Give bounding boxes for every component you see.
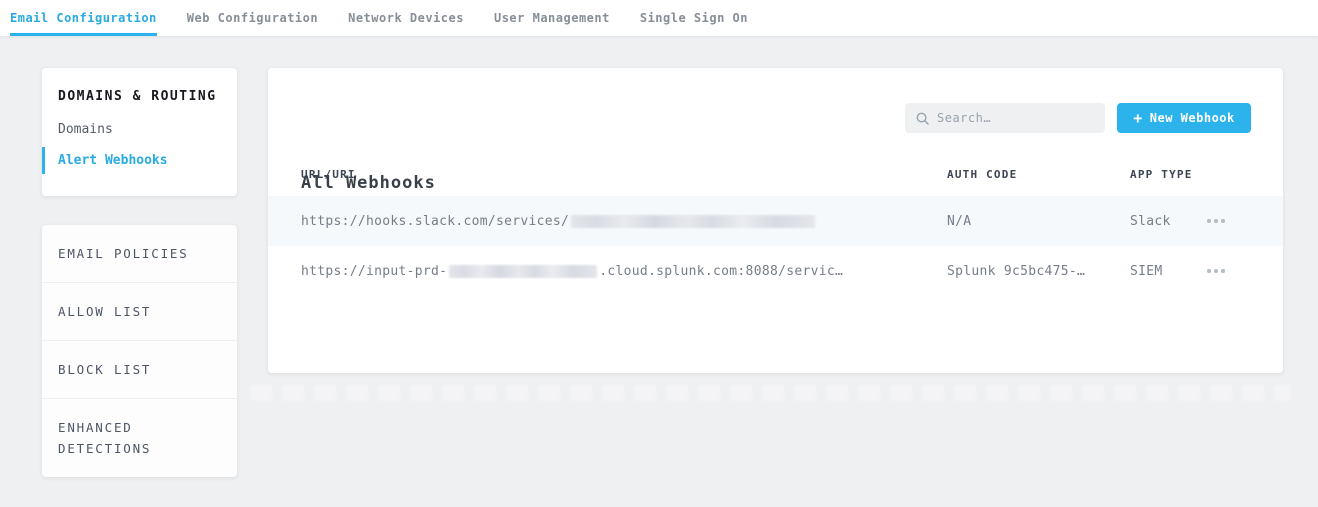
sidebar-item-alert-webhooks[interactable]: Alert Webhooks bbox=[42, 149, 237, 172]
redacted-url-segment bbox=[449, 265, 597, 278]
new-webhook-button[interactable]: + New Webhook bbox=[1117, 103, 1251, 133]
sidebar-heading: DOMAINS & ROUTING bbox=[42, 89, 237, 104]
url-text-suffix: .cloud.splunk.com:8088/servic… bbox=[599, 264, 843, 279]
sidebar-sections: EMAIL POLICIES ALLOW LIST BLOCK LIST ENH… bbox=[42, 225, 237, 477]
app-type-cell: SIEM bbox=[1130, 264, 1207, 279]
search-box bbox=[905, 103, 1105, 133]
auth-code-cell: N/A bbox=[947, 214, 1130, 229]
webhooks-panel: All Webhooks + New Webhook URL/URI AUTH … bbox=[268, 68, 1283, 373]
row-menu-button[interactable] bbox=[1207, 211, 1235, 231]
background-ghost-texture bbox=[250, 385, 1290, 401]
tab-single-sign-on[interactable]: Single Sign On bbox=[640, 0, 748, 36]
top-tab-bar: Email Configuration Web Configuration Ne… bbox=[0, 0, 1318, 36]
url-text: https://input-prd- bbox=[301, 264, 447, 279]
tab-email-configuration[interactable]: Email Configuration bbox=[10, 0, 157, 36]
app-type-cell: Slack bbox=[1130, 214, 1207, 229]
table-row: https://input-prd- .cloud.splunk.com:8088… bbox=[268, 246, 1283, 296]
webhook-url-cell: https://hooks.slack.com/services/ bbox=[301, 214, 947, 229]
tab-network-devices[interactable]: Network Devices bbox=[348, 0, 464, 36]
sidebar-item-domains[interactable]: Domains bbox=[42, 118, 237, 141]
tab-web-configuration[interactable]: Web Configuration bbox=[187, 0, 318, 36]
sidebar-domains-routing: DOMAINS & ROUTING Domains Alert Webhooks bbox=[42, 68, 237, 196]
column-header-url: URL/URI bbox=[301, 168, 947, 181]
search-input[interactable] bbox=[937, 111, 1094, 125]
sidebar-item-email-policies[interactable]: EMAIL POLICIES bbox=[42, 225, 237, 282]
new-webhook-label: New Webhook bbox=[1150, 111, 1235, 125]
url-text: https://hooks.slack.com/services/ bbox=[301, 214, 569, 229]
sidebar-item-block-list[interactable]: BLOCK LIST bbox=[42, 340, 237, 398]
plus-icon: + bbox=[1133, 111, 1143, 126]
sidebar-item-allow-list[interactable]: ALLOW LIST bbox=[42, 282, 237, 340]
webhook-url-cell: https://input-prd- .cloud.splunk.com:8088… bbox=[301, 264, 947, 279]
sidebar-item-enhanced-detections[interactable]: ENHANCED DETECTIONS bbox=[42, 398, 237, 477]
tab-user-management[interactable]: User Management bbox=[494, 0, 610, 36]
table-body: https://hooks.slack.com/services/ N/A Sl… bbox=[268, 196, 1283, 296]
column-header-app-type: APP TYPE bbox=[1130, 168, 1207, 181]
search-icon bbox=[916, 112, 929, 125]
row-menu-button[interactable] bbox=[1207, 261, 1235, 281]
table-row: https://hooks.slack.com/services/ N/A Sl… bbox=[268, 196, 1283, 246]
redacted-url-segment bbox=[571, 215, 815, 228]
column-header-auth-code: AUTH CODE bbox=[947, 168, 1130, 181]
table-header: URL/URI AUTH CODE APP TYPE bbox=[268, 168, 1283, 181]
auth-code-cell: Splunk 9c5bc475-… bbox=[947, 264, 1130, 279]
